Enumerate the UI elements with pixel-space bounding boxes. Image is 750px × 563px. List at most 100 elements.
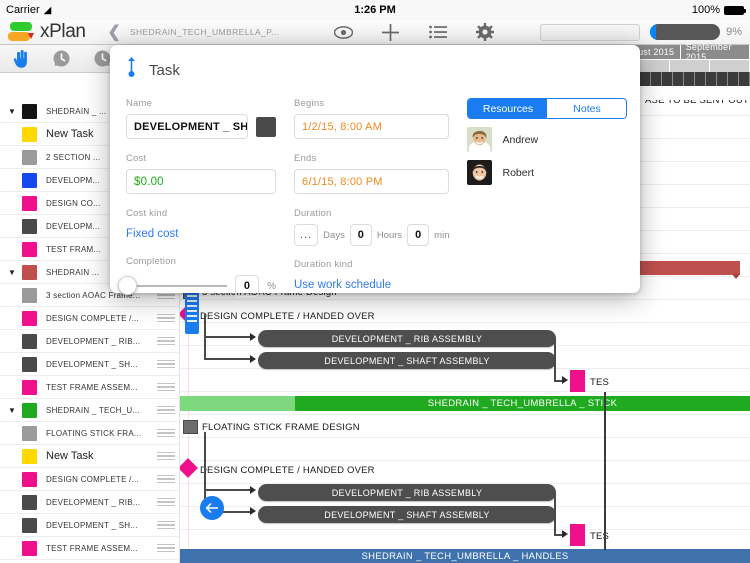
name-field[interactable]: DEVELOPMENT _ SHA... — [126, 114, 248, 139]
resources-notes-segmented-control[interactable]: Resources Notes — [467, 98, 628, 119]
task-detail-modal: Task Name DEVELOPMENT _ SHA... Cost $0.0… — [110, 45, 640, 297]
tab-resources[interactable]: Resources — [468, 99, 548, 118]
row-grip-icon[interactable] — [157, 451, 175, 461]
duration-kind-value[interactable]: Use work schedule — [294, 279, 449, 291]
row-grip-icon[interactable] — [157, 336, 175, 346]
resource-item[interactable]: Robert — [467, 160, 627, 185]
completion-unit: % — [267, 280, 276, 292]
task-row[interactable]: ▼ SHEDRAIN _ TECH_U... — [0, 399, 179, 422]
status-bar: Carrier ◢ 1:26 PM 100% — [0, 0, 750, 20]
name-row: DEVELOPMENT _ SHA... — [126, 114, 276, 139]
task-row-label: DEVELOPMENT _ RIB... — [46, 497, 141, 507]
gantt-release-text: ASE TO BE SENT OUT — [645, 100, 749, 106]
gantt-bar-floating-stick[interactable] — [183, 420, 198, 434]
gear-icon[interactable] — [474, 22, 495, 43]
gantt-bar-rib-1[interactable]: DEVELOPMENT _ RIB ASSEMBLY — [258, 330, 556, 347]
task-row-label: DEVELOPMENT _ SH... — [46, 359, 138, 369]
ends-field[interactable]: 6/1/15, 8:00 PM — [294, 169, 450, 194]
disclosure-triangle-icon[interactable]: ▼ — [4, 107, 20, 116]
task-color-swatch[interactable] — [22, 356, 37, 372]
row-grip-icon[interactable] — [157, 497, 175, 507]
task-color-swatch[interactable] — [22, 241, 37, 257]
task-color-swatch[interactable] — [22, 218, 37, 234]
task-row-label: SHEDRAIN _ TECH_U... — [46, 405, 140, 415]
task-color-swatch[interactable] — [22, 172, 37, 188]
task-color-swatch[interactable] — [22, 402, 37, 418]
gantt-label-handles-summary: SHEDRAIN _ TECH_UMBRELLA _ HANDLES — [361, 551, 569, 562]
task-row[interactable]: DESIGN COMPLETE /... — [0, 468, 179, 491]
row-grip-icon[interactable] — [157, 543, 175, 553]
gantt-back-button[interactable] — [200, 496, 224, 520]
task-row[interactable]: DEVELOPMENT _ RIB... — [0, 491, 179, 514]
battery-icon — [724, 5, 746, 15]
duration-more-button[interactable]: ... — [294, 224, 319, 246]
cost-kind-value[interactable]: Fixed cost — [126, 228, 276, 240]
completion-slider-knob[interactable] — [118, 276, 137, 295]
task-color-swatch[interactable] — [22, 448, 37, 464]
gantt-bar-shaft-2[interactable]: DEVELOPMENT _ SHAFT ASSEMBLY — [258, 506, 556, 523]
row-grip-icon[interactable] — [157, 313, 175, 323]
disclosure-triangle-icon[interactable]: ▼ — [4, 406, 20, 415]
task-color-swatch[interactable] — [22, 103, 37, 119]
task-color-swatch[interactable] — [22, 517, 37, 533]
list-icon[interactable] — [427, 22, 448, 43]
modal-body: Name DEVELOPMENT _ SHA... Cost $0.00 Cos… — [110, 84, 640, 297]
gantt-bar-test-2[interactable] — [570, 524, 585, 546]
task-color-swatch[interactable] — [22, 425, 37, 441]
task-row[interactable]: FLOATING STICK FRA... — [0, 422, 179, 445]
task-color-swatch[interactable] — [22, 379, 37, 395]
row-grip-icon[interactable] — [157, 474, 175, 484]
gantt-bar-test-1[interactable] — [570, 370, 585, 392]
task-color-swatch[interactable] — [22, 149, 37, 165]
breadcrumb[interactable]: SHEDRAIN_TECH_UMBRELLA_P... — [130, 27, 280, 37]
task-color-swatch[interactable] — [22, 540, 37, 556]
gantt-bar-shaft-1[interactable]: DEVELOPMENT _ SHAFT ASSEMBLY — [258, 352, 556, 369]
row-grip-icon[interactable] — [157, 359, 175, 369]
task-color-swatch[interactable] — [22, 195, 37, 211]
completion-value-field[interactable]: 0 — [234, 275, 260, 297]
task-row[interactable]: New Task — [0, 445, 179, 468]
eye-icon[interactable] — [333, 22, 354, 43]
clock-back-icon[interactable] — [51, 48, 72, 69]
row-grip-icon[interactable] — [157, 520, 175, 530]
avatar-andrew — [467, 127, 493, 152]
task-color-swatch[interactable] — [22, 126, 37, 142]
disclosure-triangle-icon[interactable]: ▼ — [4, 268, 20, 277]
task-color-swatch[interactable] — [22, 471, 37, 487]
task-color-swatch[interactable] — [22, 494, 37, 510]
gantt-label-test-1: TES — [590, 377, 610, 388]
gantt-bar-rib-2[interactable]: DEVELOPMENT _ RIB ASSEMBLY — [258, 484, 556, 501]
task-color-swatch[interactable] — [22, 287, 37, 303]
task-color-swatch[interactable] — [22, 264, 37, 280]
gantt-gridline — [180, 529, 750, 530]
duration-hours-field[interactable]: 0 — [407, 224, 430, 246]
task-color-swatch[interactable] — [256, 116, 276, 137]
task-row[interactable]: TEST FRAME ASSEM... — [0, 376, 179, 399]
cost-field[interactable]: $0.00 — [126, 169, 276, 194]
resource-item[interactable]: Andrew — [467, 127, 627, 152]
task-row[interactable]: DEVELOPMENT _ SH... — [0, 353, 179, 376]
duration-kind-label: Duration kind — [294, 259, 353, 270]
begins-field[interactable]: 1/2/15, 8:00 AM — [294, 114, 450, 139]
task-row[interactable]: DEVELOPMENT _ RIB... — [0, 330, 179, 353]
task-color-swatch[interactable] — [22, 310, 37, 326]
task-color-swatch[interactable] — [22, 333, 37, 349]
gantt-stick-summary-bar[interactable]: SHEDRAIN _ TECH_UMBRELLA _ STICK — [295, 396, 750, 411]
row-grip-icon[interactable] — [157, 405, 175, 415]
hand-pointer-icon[interactable] — [10, 48, 31, 69]
row-grip-icon[interactable] — [157, 428, 175, 438]
back-chevron-icon[interactable]: ❮ — [108, 22, 121, 42]
search-input[interactable] — [540, 23, 641, 41]
progress-bar[interactable] — [650, 24, 721, 40]
task-row[interactable]: TEST FRAME ASSEM... — [0, 537, 179, 560]
plus-icon[interactable] — [380, 22, 401, 43]
tab-notes[interactable]: Notes — [547, 99, 627, 118]
task-row[interactable]: DEVELOPMENT _ SH... — [0, 514, 179, 537]
modal-column-right: Resources Notes Andrew Robert — [467, 98, 628, 297]
gantt-handles-summary-bar[interactable]: SHEDRAIN _ TECH_UMBRELLA _ HANDLES — [180, 549, 750, 563]
row-grip-icon[interactable] — [157, 382, 175, 392]
task-row[interactable]: DESIGN COMPLETE /... — [0, 307, 179, 330]
resource-name: Andrew — [502, 133, 539, 146]
completion-slider[interactable] — [118, 276, 227, 295]
duration-days-field[interactable]: 0 — [349, 224, 372, 246]
